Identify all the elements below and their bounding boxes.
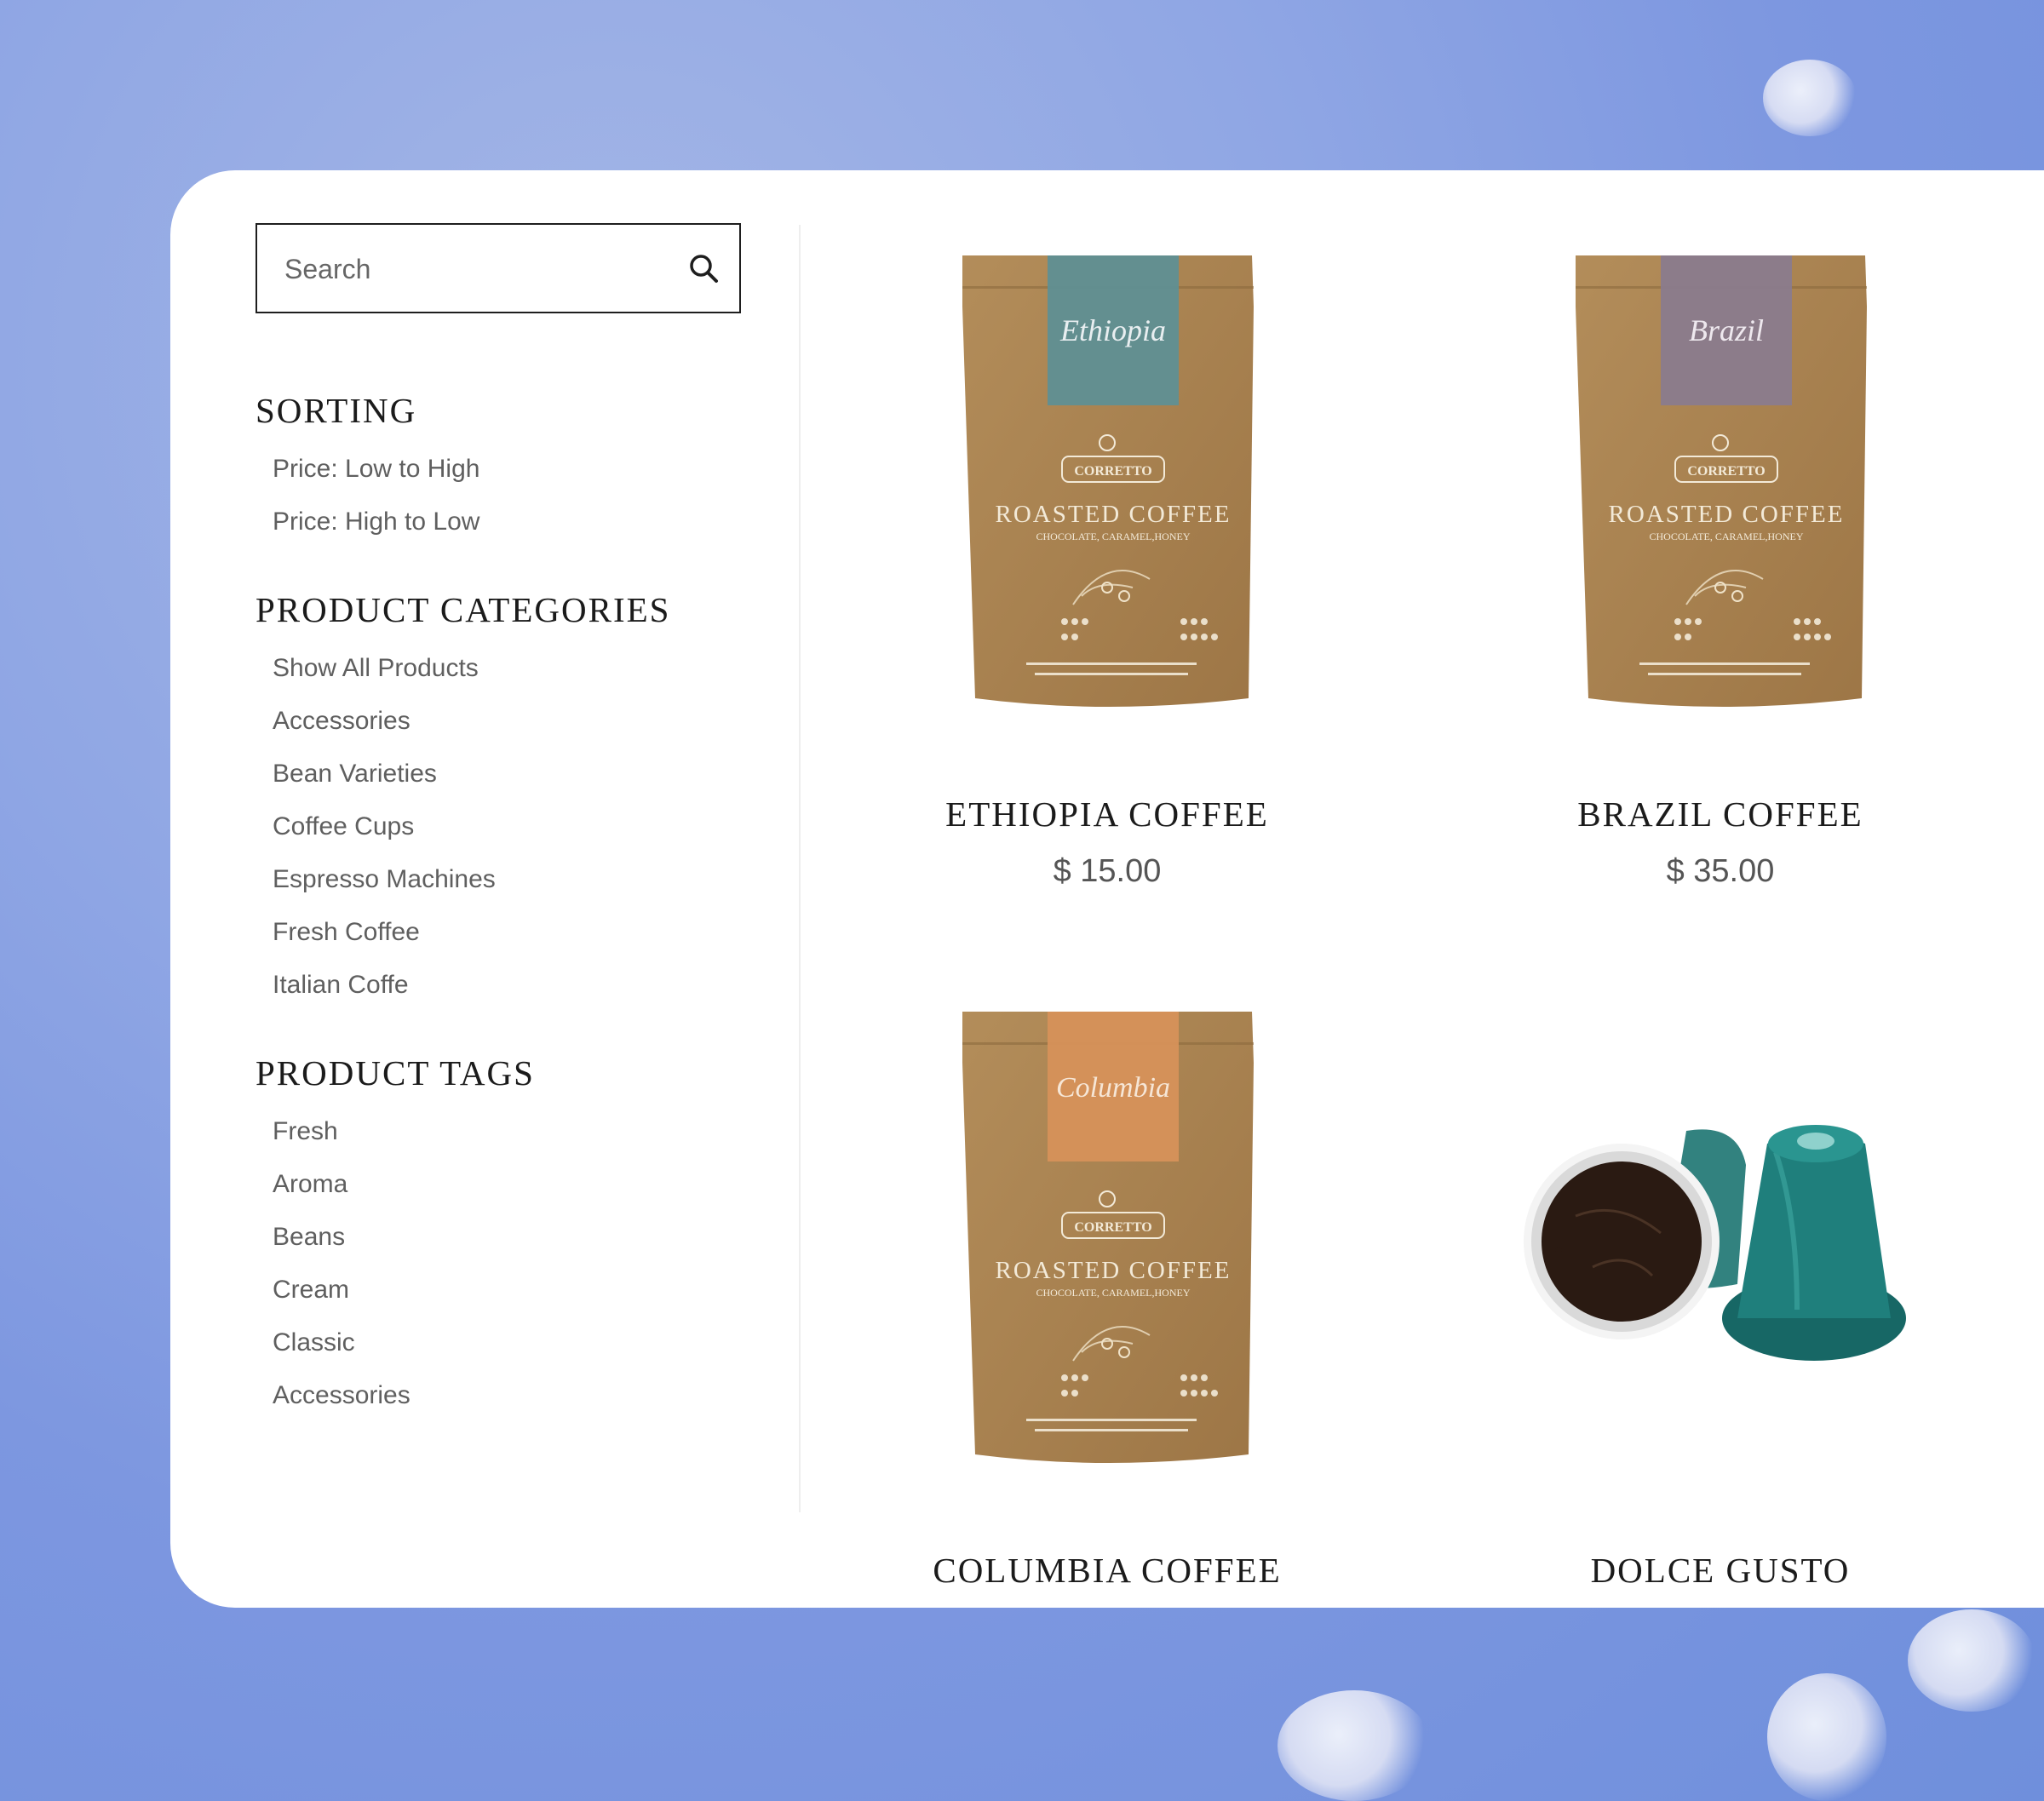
bag-brand-ethiopia: CORRETTO bbox=[1074, 464, 1151, 479]
sort-price-low-high[interactable]: Price: Low to High bbox=[273, 443, 479, 496]
flower-petal-decoration bbox=[1908, 1609, 2035, 1712]
product-card[interactable]: DOLCE GUSTO bbox=[1439, 995, 2001, 1590]
flower-petal-decoration bbox=[1767, 1673, 1886, 1801]
bag-subtitle-columbia: CHOCOLATE, CARAMEL,HONEY bbox=[1036, 1287, 1191, 1299]
bag-title-brazil: ROASTED COFFEE bbox=[1609, 501, 1845, 528]
category-fresh-coffee[interactable]: Fresh Coffee bbox=[273, 906, 496, 959]
product-card[interactable]: Columbia CORRETTO ROASTED COFFEE CHOCOLA… bbox=[826, 995, 1388, 1590]
bag-subtitle-brazil: CHOCOLATE, CARAMEL,HONEY bbox=[1650, 531, 1804, 542]
bag-title-columbia: ROASTED COFFEE bbox=[996, 1257, 1232, 1284]
category-espresso-machines[interactable]: Espresso Machines bbox=[273, 853, 496, 906]
shop-panel: SORTING Price: Low to High Price: High t… bbox=[170, 170, 2044, 1608]
tag-accessories[interactable]: Accessories bbox=[273, 1369, 411, 1422]
product-name[interactable]: ETHIOPIA COFFEE bbox=[826, 794, 1388, 835]
search-input[interactable] bbox=[283, 225, 678, 313]
sidebar: SORTING Price: Low to High Price: High t… bbox=[170, 170, 801, 1608]
flower-petal-decoration bbox=[1278, 1690, 1431, 1801]
tag-aroma[interactable]: Aroma bbox=[273, 1158, 411, 1211]
tag-cream[interactable]: Cream bbox=[273, 1264, 411, 1316]
search-icon[interactable] bbox=[688, 253, 719, 284]
tag-classic[interactable]: Classic bbox=[273, 1316, 411, 1369]
product-card[interactable]: Brazil CORRETTO ROASTED COFFEE CHOCOLATE… bbox=[1439, 238, 2001, 889]
flower-petal-decoration bbox=[1763, 60, 1857, 136]
bag-script-brazil: Brazil bbox=[1689, 313, 1764, 347]
sorting-title: SORTING bbox=[256, 391, 417, 430]
product-tags-title: PRODUCT TAGS bbox=[256, 1053, 535, 1093]
category-show-all[interactable]: Show All Products bbox=[273, 642, 496, 695]
product-name[interactable]: COLUMBIA COFFEE bbox=[826, 1550, 1388, 1591]
bag-subtitle-ethiopia: CHOCOLATE, CARAMEL,HONEY bbox=[1036, 531, 1191, 542]
bag-brand-brazil: CORRETTO bbox=[1687, 464, 1765, 479]
tag-fresh[interactable]: Fresh bbox=[273, 1105, 411, 1158]
product-price: $ 15.00 bbox=[1053, 853, 1162, 889]
sorting-list: Price: Low to High Price: High to Low bbox=[273, 443, 479, 548]
product-price: $ 35.00 bbox=[1666, 853, 1775, 889]
category-bean-varieties[interactable]: Bean Varieties bbox=[273, 748, 496, 800]
bag-title-ethiopia: ROASTED COFFEE bbox=[996, 501, 1232, 528]
sidebar-divider bbox=[799, 225, 801, 1512]
sort-price-high-low[interactable]: Price: High to Low bbox=[273, 496, 479, 548]
product-categories-title: PRODUCT CATEGORIES bbox=[256, 590, 671, 629]
search-box bbox=[256, 223, 741, 313]
product-name[interactable]: BRAZIL COFFEE bbox=[1439, 794, 2001, 835]
product-image-brazil[interactable]: Brazil CORRETTO ROASTED COFFEE CHOCOLATE… bbox=[1439, 238, 2001, 758]
bag-script-ethiopia: Ethiopia bbox=[1059, 313, 1166, 347]
product-image-columbia[interactable]: Columbia CORRETTO ROASTED COFFEE CHOCOLA… bbox=[826, 995, 1388, 1514]
tags-list: Fresh Aroma Beans Cream Classic Accessor… bbox=[273, 1105, 411, 1422]
bag-script-columbia: Columbia bbox=[1056, 1072, 1170, 1104]
product-image-dolce-gusto[interactable] bbox=[1439, 995, 2001, 1514]
categories-list: Show All Products Accessories Bean Varie… bbox=[273, 642, 496, 1012]
product-image-ethiopia[interactable]: Ethiopia CORRETTO ROASTED COFFEE CHOCOLA… bbox=[826, 238, 1388, 758]
category-accessories[interactable]: Accessories bbox=[273, 695, 496, 748]
product-card[interactable]: Ethiopia CORRETTO ROASTED COFFEE CHOCOLA… bbox=[826, 238, 1388, 889]
product-name[interactable]: DOLCE GUSTO bbox=[1439, 1550, 2001, 1591]
bag-brand-columbia: CORRETTO bbox=[1074, 1220, 1151, 1235]
tag-beans[interactable]: Beans bbox=[273, 1211, 411, 1264]
category-italian-coffe[interactable]: Italian Coffe bbox=[273, 959, 496, 1012]
category-coffee-cups[interactable]: Coffee Cups bbox=[273, 800, 496, 853]
